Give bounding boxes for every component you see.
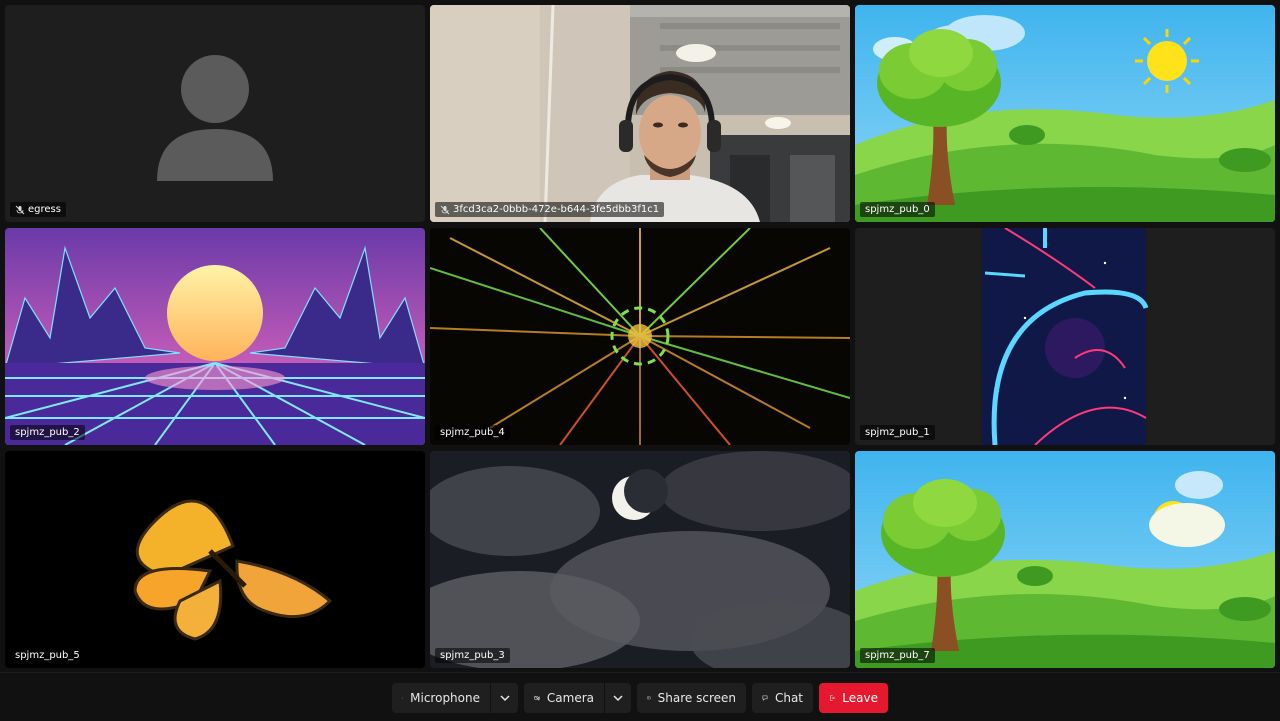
- camera-feed-image: [430, 5, 850, 222]
- participant-tile-spjmz-pub-2[interactable]: spjmz_pub_2: [5, 228, 425, 445]
- participant-name-tag: egress: [10, 202, 66, 217]
- participant-name: spjmz_pub_4: [440, 425, 505, 440]
- video-grid: egress: [0, 0, 1280, 672]
- camera-label: Camera: [547, 691, 594, 705]
- meadow-video-image: [855, 451, 1275, 668]
- participant-tile-spjmz-pub-3[interactable]: spjmz_pub_3: [430, 451, 850, 668]
- participant-tile-spjmz-pub-7[interactable]: spjmz_pub_7: [855, 451, 1275, 668]
- leave-icon: [829, 691, 835, 705]
- participant-name-tag: spjmz_pub_4: [435, 425, 510, 440]
- participant-tile-egress[interactable]: egress: [5, 5, 425, 222]
- microphone-off-icon: [440, 205, 450, 215]
- chat-label: Chat: [775, 691, 803, 705]
- neon-portal-video-image: [855, 228, 1275, 445]
- participant-tile-spjmz-pub-4[interactable]: spjmz_pub_4: [430, 228, 850, 445]
- participant-name: spjmz_pub_1: [865, 425, 930, 440]
- participant-tile-spjmz-pub-5[interactable]: spjmz_pub_5: [5, 451, 425, 668]
- leave-button[interactable]: Leave: [819, 683, 888, 713]
- chat-button[interactable]: Chat: [752, 683, 813, 713]
- participant-name-tag: spjmz_pub_0: [860, 202, 935, 217]
- share-screen-icon: [647, 691, 651, 705]
- participant-name: spjmz_pub_5: [15, 648, 80, 663]
- participant-name: 3fcd3ca2-0bbb-472e-b644-3fe5dbb3f1c1: [453, 202, 659, 217]
- microphone-off-icon: [402, 691, 403, 705]
- camera-off-icon: [534, 691, 540, 705]
- participant-name-tag: spjmz_pub_5: [10, 648, 85, 663]
- share-screen-button[interactable]: Share screen: [637, 683, 746, 713]
- camera-button[interactable]: Camera: [524, 683, 604, 713]
- participant-tile-spjmz-pub-0[interactable]: spjmz_pub_0: [855, 5, 1275, 222]
- participant-name-tag: spjmz_pub_7: [860, 648, 935, 663]
- participant-name: spjmz_pub_3: [440, 648, 505, 663]
- control-bar: Microphone Camera Share screen Chat Leav…: [0, 672, 1280, 721]
- participant-name: spjmz_pub_0: [865, 202, 930, 217]
- participant-name-tag: spjmz_pub_1: [860, 425, 935, 440]
- participant-name-tag: spjmz_pub_2: [10, 425, 85, 440]
- camera-options-button[interactable]: [605, 683, 631, 713]
- participant-name: spjmz_pub_2: [15, 425, 80, 440]
- microphone-label: Microphone: [410, 691, 480, 705]
- participant-name-tag: 3fcd3ca2-0bbb-472e-b644-3fe5dbb3f1c1: [435, 202, 664, 217]
- light-tunnel-video-image: [430, 228, 850, 445]
- leave-label: Leave: [842, 691, 878, 705]
- meadow-video-image: [855, 5, 1275, 222]
- butterfly-video-image: [5, 451, 425, 668]
- microphone-off-icon: [15, 205, 25, 215]
- participant-name: egress: [28, 202, 61, 217]
- chevron-down-icon: [611, 691, 625, 705]
- avatar-placeholder-icon: [5, 5, 425, 222]
- microphone-options-button[interactable]: [491, 683, 518, 713]
- night-clouds-video-image: [430, 451, 850, 668]
- share-screen-label: Share screen: [658, 691, 736, 705]
- participant-tile-camera[interactable]: 3fcd3ca2-0bbb-472e-b644-3fe5dbb3f1c1: [430, 5, 850, 222]
- chat-icon: [762, 691, 768, 705]
- participant-name-tag: spjmz_pub_3: [435, 648, 510, 663]
- microphone-button[interactable]: Microphone: [392, 683, 490, 713]
- participant-name: spjmz_pub_7: [865, 648, 930, 663]
- synthwave-video-image: [5, 228, 425, 445]
- chevron-down-icon: [498, 691, 512, 705]
- participant-tile-spjmz-pub-1[interactable]: spjmz_pub_1: [855, 228, 1275, 445]
